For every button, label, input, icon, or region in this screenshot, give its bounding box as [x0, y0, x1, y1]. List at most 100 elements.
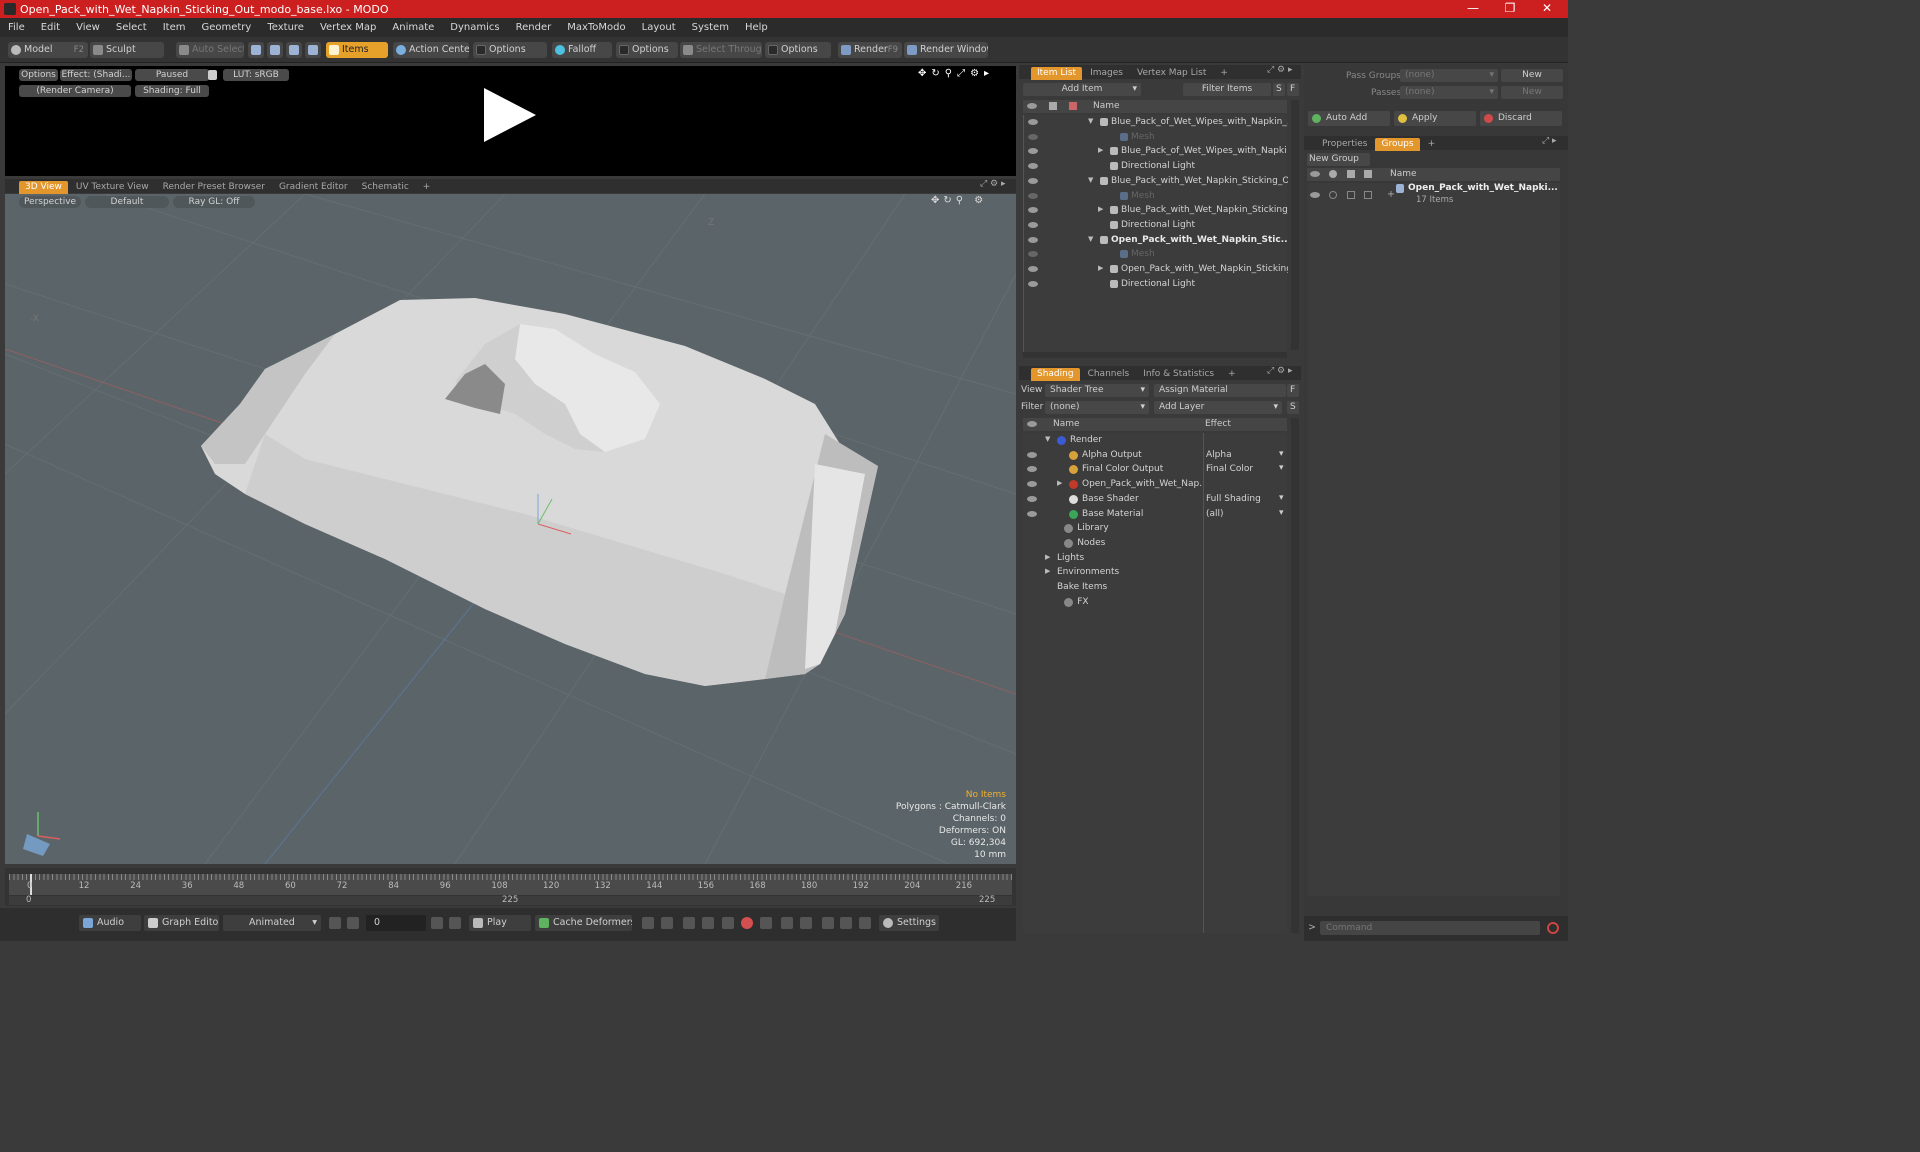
tab-info-statistics[interactable]: Info & Statistics — [1137, 368, 1220, 381]
item-list-row[interactable]: Mesh — [1024, 247, 1288, 262]
visibility-toggle-icon[interactable] — [1310, 192, 1320, 198]
go-to-end-icon[interactable] — [449, 917, 461, 929]
auto-add-button[interactable]: Auto Add — [1308, 111, 1390, 126]
menu-vertex-map[interactable]: Vertex Map — [312, 22, 384, 33]
shader-tree-row[interactable]: ▼ Render — [1023, 433, 1287, 448]
visibility-toggle-icon[interactable] — [1028, 280, 1038, 287]
lock-icon[interactable] — [208, 70, 217, 80]
expand-arrow-icon[interactable]: ▶ — [1045, 553, 1050, 561]
expand-arrow-icon[interactable]: ▶ — [1045, 567, 1050, 575]
action-center-options-button[interactable]: Options — [473, 42, 547, 58]
assign-material-button[interactable]: Assign Material — [1154, 384, 1286, 397]
raygl-dropdown[interactable]: Ray GL: Off — [173, 196, 255, 208]
play-button[interactable]: Play — [469, 915, 531, 931]
viewport-panel-icons[interactable]: ⤢ ⚙ ▸ — [980, 179, 1016, 193]
pass-groups-dropdown[interactable]: (none) ▾ — [1400, 69, 1498, 82]
menu-help[interactable]: Help — [737, 22, 776, 33]
item-list-row[interactable]: Directional Light — [1024, 159, 1288, 174]
shader-effect-dropdown[interactable]: Alpha — [1206, 448, 1276, 463]
add-layer-dropdown[interactable]: Add Layer ▾ — [1154, 401, 1282, 414]
preview-options-button[interactable]: Options — [19, 69, 58, 81]
shader-tree-row[interactable]: Alpha Output Alpha ▾ — [1023, 448, 1287, 463]
filter-items-input[interactable]: Filter Items — [1183, 83, 1271, 96]
render-toggle-icon[interactable] — [1329, 191, 1337, 199]
groups-panel-icons[interactable]: ⤢ ▸ — [1542, 136, 1557, 146]
item-list-row[interactable]: Mesh — [1024, 189, 1288, 204]
timeline-range-bar[interactable]: 0 225 225 — [9, 895, 1012, 905]
menu-dynamics[interactable]: Dynamics — [442, 22, 507, 33]
new-group-button[interactable]: New Group — [1307, 153, 1370, 166]
shader-tree-row[interactable]: Base Material (all) ▾ — [1023, 507, 1287, 522]
visibility-toggle-icon[interactable] — [1028, 236, 1038, 243]
lut-dropdown[interactable]: LUT: sRGB — [223, 69, 289, 81]
shader-tree-row[interactable]: Nodes — [1023, 536, 1287, 551]
discard-button[interactable]: Discard — [1480, 111, 1562, 126]
select-through-button[interactable]: Select Through — [680, 42, 762, 58]
expand-plus-icon[interactable]: + — [1387, 189, 1395, 200]
3d-viewport[interactable]: Perspective Default Ray GL: Off ✥↻⚲ ⚙ Z … — [5, 194, 1016, 864]
menu-geometry[interactable]: Geometry — [193, 22, 259, 33]
item-list-row[interactable]: ▶ Blue_Pack_with_Wet_Napkin_Sticking_... — [1024, 203, 1288, 218]
visibility-toggle-icon[interactable] — [1027, 495, 1037, 502]
shader-tree-row[interactable]: Base Shader Full Shading ▾ — [1023, 492, 1287, 507]
tab-schematic[interactable]: Schematic — [356, 181, 415, 194]
tab-add-tab-icon[interactable]: + — [1222, 368, 1242, 381]
visibility-toggle-icon[interactable] — [1028, 148, 1038, 155]
materials-mode-button[interactable] — [305, 42, 321, 58]
step-back-icon[interactable] — [347, 917, 359, 929]
visibility-toggle-icon[interactable] — [1028, 177, 1038, 184]
visibility-toggle-icon[interactable] — [1027, 481, 1037, 488]
tab-properties[interactable]: Properties — [1316, 138, 1373, 151]
item-list-hscrollbar[interactable] — [1023, 352, 1287, 358]
shader-effect-dropdown[interactable]: (all) — [1206, 507, 1276, 522]
model-mode-button[interactable]: Model F2 — [8, 42, 88, 58]
shader-tree-row[interactable]: FX — [1023, 595, 1287, 610]
menu-view[interactable]: View — [68, 22, 108, 33]
menu-maxtomodo[interactable]: MaxToModo — [559, 22, 633, 33]
audio-button[interactable]: Audio — [79, 915, 141, 931]
new-pass-group-button[interactable]: New — [1501, 69, 1563, 82]
menu-texture[interactable]: Texture — [259, 22, 312, 33]
new-pass-button[interactable]: New — [1501, 86, 1563, 99]
graph-editor-button[interactable]: Graph Editor — [144, 915, 219, 931]
maximize-button[interactable]: ❐ — [1492, 0, 1528, 18]
shading-f-button[interactable]: F — [1287, 384, 1299, 397]
settings-button[interactable]: Settings — [879, 915, 939, 931]
loop-icon[interactable] — [822, 917, 834, 929]
minimize-button[interactable]: — — [1455, 0, 1491, 18]
shader-effect-dropdown[interactable]: Final Color — [1206, 462, 1276, 477]
paused-button[interactable]: Paused — [135, 69, 209, 81]
tab-gradient-editor[interactable]: Gradient Editor — [273, 181, 354, 194]
falloff-options-button[interactable]: Options — [616, 42, 678, 58]
record-icon[interactable] — [741, 917, 753, 929]
key-next-frame-icon[interactable] — [800, 917, 812, 929]
vertices-mode-button[interactable] — [248, 42, 264, 58]
effect-dropdown[interactable]: Effect: (Shadi... — [60, 69, 132, 81]
edges-mode-button[interactable] — [267, 42, 283, 58]
polygons-mode-button[interactable] — [286, 42, 302, 58]
frame-input[interactable]: 0 — [366, 915, 426, 931]
shading-panel-icons[interactable]: ⤢ ⚙ ▸ — [1267, 366, 1293, 376]
next-key-icon[interactable] — [702, 917, 714, 929]
menu-select[interactable]: Select — [108, 22, 155, 33]
expand-arrow-icon[interactable]: ▶ — [1057, 479, 1062, 487]
shader-tree-scrollbar[interactable] — [1291, 418, 1299, 933]
group-row[interactable]: + Open_Pack_with_Wet_Napki... 17 Items — [1307, 183, 1560, 209]
item-list-row[interactable]: ▼ Open_Pack_with_Wet_Napkin_Stic... — [1024, 233, 1288, 248]
expand-arrow-icon[interactable]: ▶ — [1098, 146, 1103, 154]
visibility-toggle-icon[interactable] — [1028, 207, 1038, 214]
item-filter-s-button[interactable]: S — [1273, 83, 1285, 96]
shader-tree-row[interactable]: ▶ Environments — [1023, 565, 1287, 580]
shader-tree-row[interactable]: ▶ Open_Pack_with_Wet_Nap... — [1023, 477, 1287, 492]
command-input[interactable] — [1320, 921, 1540, 935]
menu-system[interactable]: System — [684, 22, 737, 33]
perspective-dropdown[interactable]: Perspective — [19, 196, 81, 208]
shader-effect-dropdown[interactable]: Full Shading — [1206, 492, 1276, 507]
cache-deformers-button[interactable]: Cache Deformers — [535, 915, 632, 931]
menu-layout[interactable]: Layout — [634, 22, 684, 33]
tab-channels[interactable]: Channels — [1082, 368, 1136, 381]
item-list-row[interactable]: ▼ Blue_Pack_with_Wet_Napkin_Sticking_O ..… — [1024, 174, 1288, 189]
snap-icon[interactable] — [859, 917, 871, 929]
tab-shading[interactable]: Shading — [1031, 367, 1080, 381]
timeline[interactable]: 0 12 24 36 48 60 72 84 96 108 120 132 144 156 168 180 19… — [5, 868, 1016, 906]
